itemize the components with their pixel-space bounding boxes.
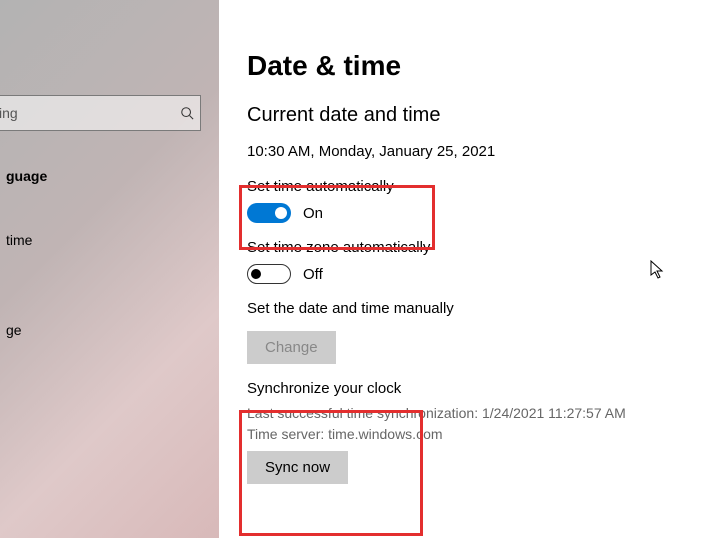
sync-server: Time server: time.windows.com <box>247 424 707 445</box>
setting-manual: Set the date and time manually Change <box>247 300 707 364</box>
search-icon <box>180 105 194 121</box>
sidebar-item-region[interactable]: ge <box>0 312 219 348</box>
current-datetime-value: 10:30 AM, Monday, January 25, 2021 <box>247 143 707 160</box>
page-title: Date & time <box>247 50 707 82</box>
section-current-datetime: Current date and time <box>247 104 707 127</box>
set-tz-auto-toggle[interactable] <box>247 264 291 284</box>
setting-set-tz-auto: Set time zone automatically Off <box>247 239 707 284</box>
search-input[interactable] <box>0 105 180 121</box>
sidebar-nav: guage time ge <box>0 158 219 348</box>
set-time-auto-label: Set time automatically <box>247 178 707 195</box>
sidebar-item-language[interactable]: guage <box>0 158 219 194</box>
sidebar: guage time ge <box>0 0 219 538</box>
change-button: Change <box>247 331 336 364</box>
sync-heading: Synchronize your clock <box>247 380 707 397</box>
manual-label: Set the date and time manually <box>247 300 707 317</box>
set-time-auto-toggle[interactable] <box>247 203 291 223</box>
sync-now-button[interactable]: Sync now <box>247 451 348 484</box>
set-time-auto-state: On <box>303 205 323 222</box>
sidebar-item-datetime[interactable]: time <box>0 222 219 258</box>
main-content: Date & time Current date and time 10:30 … <box>247 50 707 484</box>
set-tz-auto-label: Set time zone automatically <box>247 239 707 256</box>
setting-set-time-auto: Set time automatically On <box>247 178 707 223</box>
sync-section: Synchronize your clock Last successful t… <box>247 380 707 484</box>
sync-last-success: Last successful time synchronization: 1/… <box>247 403 707 424</box>
search-box[interactable] <box>0 95 201 131</box>
set-tz-auto-state: Off <box>303 266 323 283</box>
